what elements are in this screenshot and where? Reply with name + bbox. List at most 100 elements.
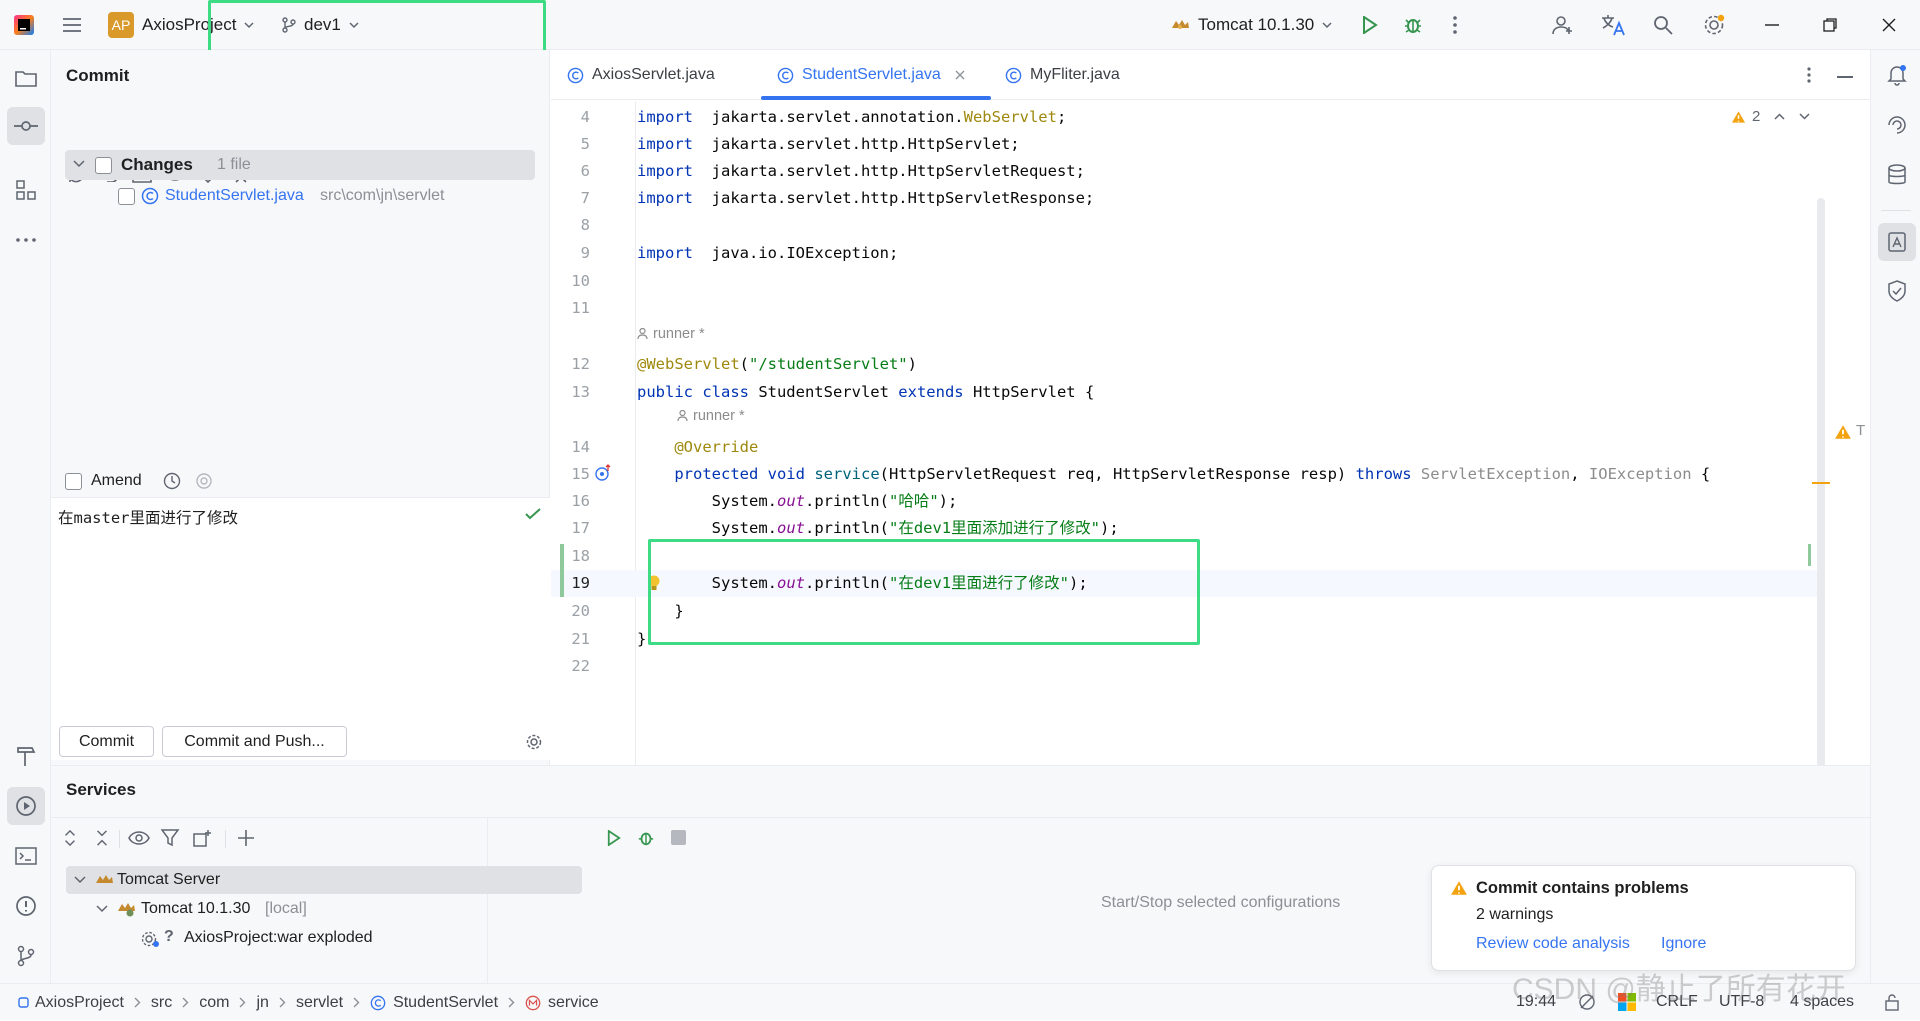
override-gutter-icon[interactable] [594,464,612,482]
services-tool-icon[interactable] [7,787,45,825]
problems-icon[interactable] [13,893,39,919]
line-number[interactable]: 11 [560,295,590,322]
services-run-icon[interactable] [602,826,626,850]
main-menu-icon[interactable] [60,13,84,37]
commit-and-push-button[interactable]: Commit and Push... [162,726,347,757]
line-number[interactable]: 15 [560,461,590,488]
line-number[interactable]: 12 [560,351,590,378]
new-tab-icon[interactable] [191,826,215,850]
line-number[interactable]: 10 [560,268,590,295]
commit-tool-icon[interactable] [7,107,45,145]
commit-button[interactable]: Commit [59,726,154,757]
method-author-hint[interactable]: runner * [677,408,745,424]
line-number[interactable]: 6 [560,158,590,185]
line-number[interactable]: 4 [560,104,590,131]
show-eye-icon[interactable] [127,826,151,850]
amend-checkbox[interactable] [65,473,82,490]
minimize-icon[interactable] [1760,13,1784,37]
code-line[interactable]: import jakarta.servlet.http.HttpServletR… [637,158,1085,185]
code-line[interactable]: import jakarta.servlet.annotation.WebSer… [637,104,1066,131]
code-line[interactable]: @Override [637,434,758,461]
author-hint[interactable]: runner * [637,326,705,342]
amend-label[interactable]: Amend [91,472,142,490]
code-line[interactable]: @WebServlet("/studentServlet") [637,351,917,378]
intellij-logo-icon[interactable] [12,13,36,37]
security-shield-icon[interactable] [1884,278,1910,304]
tab-student-servlet[interactable]: StudentServlet.java [777,50,965,100]
services-debug-icon[interactable] [634,826,658,850]
file-checkbox[interactable] [118,188,135,205]
breadcrumb-item[interactable]: servlet [296,994,343,1012]
tree-row-tomcat-instance[interactable]: Tomcat 10.1.30 [local] [66,895,582,923]
chevron-down-icon[interactable] [73,160,85,168]
more-horizontal-icon[interactable] [13,227,39,253]
code-line[interactable]: public class StudentServlet extends Http… [637,379,1094,406]
line-number[interactable]: 5 [560,131,590,158]
expand-all-icon[interactable] [59,826,81,850]
code-line[interactable]: System.out.println("哈哈"); [637,488,958,515]
run-config-selector[interactable]: Tomcat 10.1.30 [1170,12,1332,38]
debug-icon[interactable] [1401,13,1425,37]
code-line[interactable]: import jakarta.servlet.http.HttpServlet; [637,131,1020,158]
readonly-lock-icon[interactable] [1884,994,1900,1011]
chevron-down-icon[interactable] [1799,113,1810,120]
more-vertical-icon[interactable] [1443,13,1467,37]
breadcrumb-item[interactable]: jn [256,994,268,1012]
code-line[interactable]: System.out.println("在dev1里面添加进行了修改"); [637,515,1119,542]
tree-row-artifact[interactable]: ? AxiosProject:war exploded [66,924,582,952]
tab-close-icon[interactable] [955,70,965,80]
settings-gear-icon[interactable] [1701,12,1727,38]
add-service-icon[interactable] [234,826,258,850]
code-line[interactable]: protected void service(HttpServletReques… [637,461,1710,488]
build-hammer-icon[interactable] [13,743,39,769]
add-user-icon[interactable] [1551,13,1575,37]
commit-message-text[interactable]: 在master里面进行了修改 [58,506,238,528]
review-code-analysis-link[interactable]: Review code analysis [1476,935,1630,953]
terminal-icon[interactable] [13,843,39,869]
services-stop-icon[interactable] [671,830,686,845]
filter-icon[interactable] [159,826,183,850]
hide-editor-icon[interactable] [1837,76,1853,78]
project-folder-icon[interactable] [13,65,39,91]
code-line[interactable]: import java.io.IOException; [637,240,898,267]
close-icon[interactable] [1877,13,1901,37]
commit-message-area[interactable]: 在master里面进行了修改 [51,498,550,760]
restore-icon[interactable] [1818,13,1842,37]
side-warning-icon[interactable] [1834,424,1852,440]
breadcrumb-item[interactable]: StudentServlet [393,994,498,1012]
breadcrumb-item[interactable]: com [199,994,229,1012]
commit-options-gear-icon[interactable] [523,731,545,753]
ai-chat-icon[interactable] [1884,112,1910,138]
line-number[interactable]: 7 [560,185,590,212]
git-icon[interactable] [13,943,39,969]
line-number[interactable]: 17 [560,515,590,542]
run-icon[interactable] [1358,13,1382,37]
changed-file-row[interactable]: StudentServlet.java src\com\jn\servlet [65,181,535,211]
line-number[interactable]: 20 [560,598,590,625]
ignore-link[interactable]: Ignore [1661,935,1706,953]
breadcrumb-item[interactable]: service [548,994,599,1012]
line-number[interactable]: 13 [560,379,590,406]
line-number[interactable]: 22 [560,653,590,680]
code-line[interactable]: } [637,626,646,653]
changes-group-row[interactable]: Changes 1 file [65,150,535,180]
line-number[interactable]: 14 [560,434,590,461]
tab-options-icon[interactable] [1797,63,1821,87]
chevron-up-icon[interactable] [1774,113,1785,120]
breadcrumb-item[interactable]: src [151,994,172,1012]
collapse-all-icon[interactable] [91,826,113,850]
search-icon[interactable] [1651,13,1675,37]
chevron-down-icon[interactable] [74,876,86,884]
ai-assistant-icon[interactable] [195,472,213,490]
inspection-widget[interactable]: 2 [1731,108,1810,125]
line-number[interactable]: 16 [560,488,590,515]
line-number[interactable]: 18 [560,543,590,570]
tab-axios-servlet[interactable]: AxiosServlet.java [567,50,715,100]
code-line[interactable]: import jakarta.servlet.http.HttpServletR… [637,185,1094,212]
line-number[interactable]: 9 [560,240,590,267]
translate-icon[interactable] [1600,12,1626,38]
database-icon[interactable] [1884,162,1910,188]
chevron-down-icon[interactable] [96,905,108,913]
line-number[interactable]: 8 [560,212,590,239]
notifications-bell-icon[interactable] [1884,62,1910,88]
